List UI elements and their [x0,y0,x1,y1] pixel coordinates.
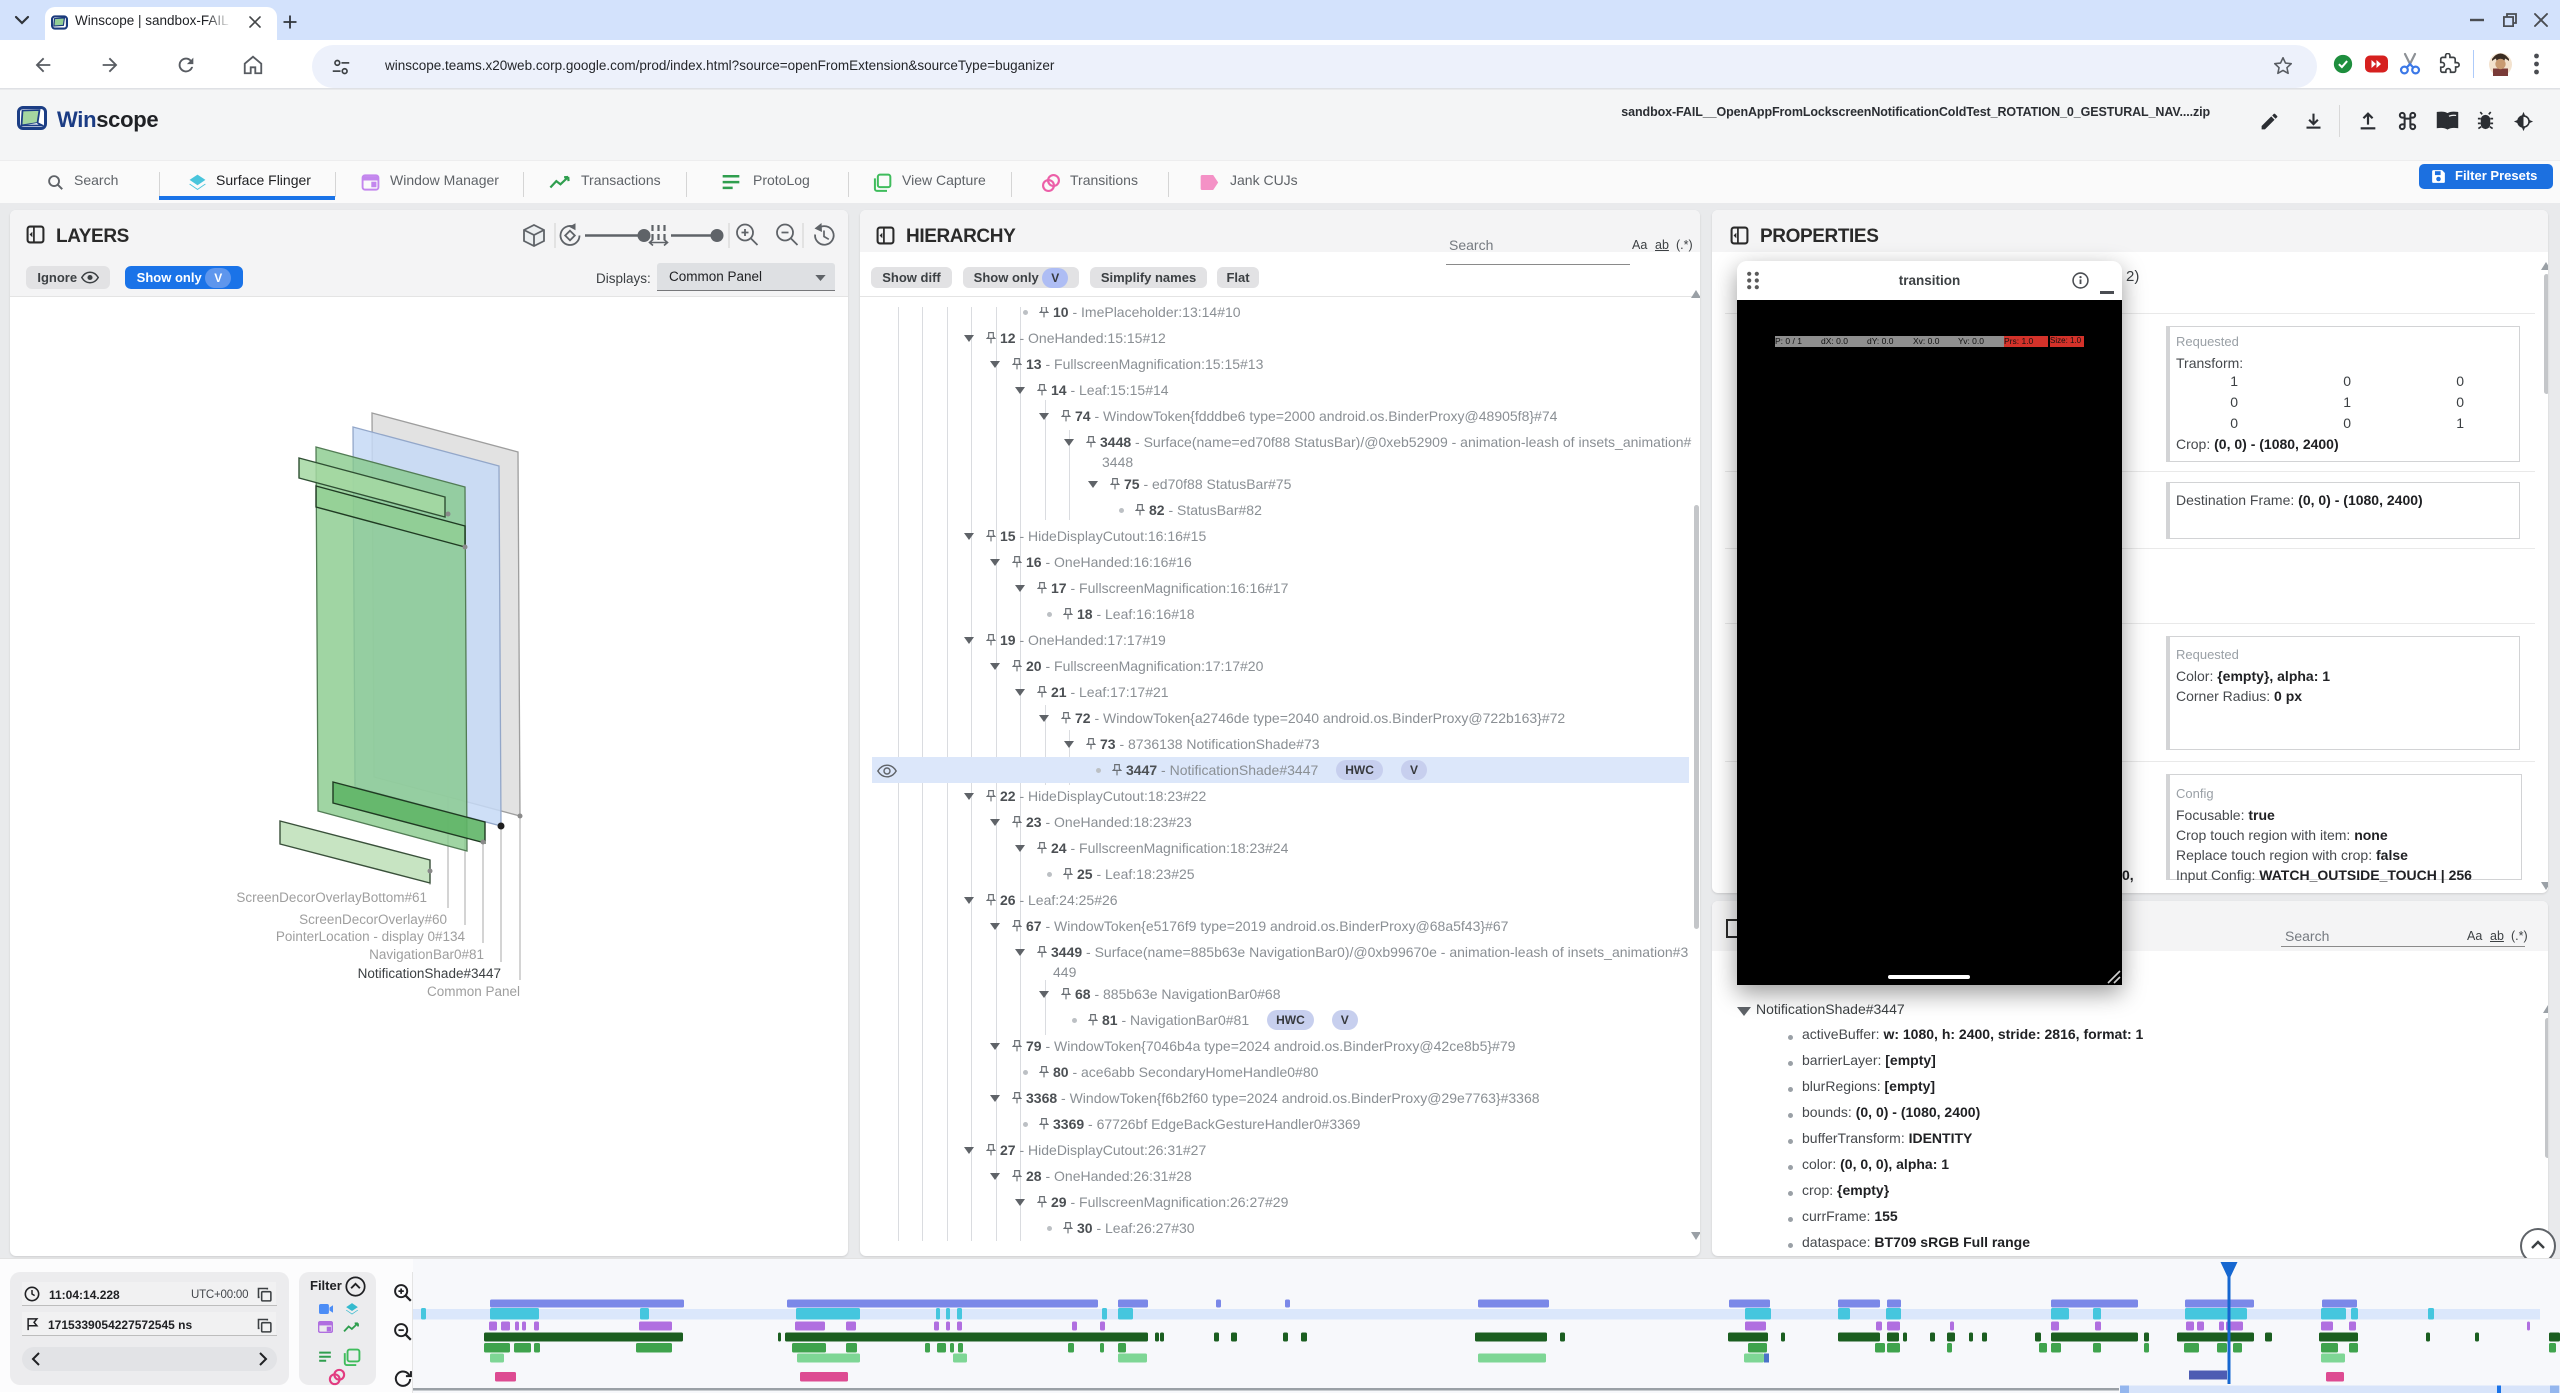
svg-text:ScreenDecorOverlay#60: ScreenDecorOverlay#60 [299,912,447,927]
svg-text:NotificationShade#3447: NotificationShade#3447 [358,966,501,981]
svg-text:NavigationBar0#81: NavigationBar0#81 [369,947,484,962]
svg-text:PointerLocation - display 0#13: PointerLocation - display 0#134 [276,929,466,944]
svg-text:Common Panel: Common Panel [427,984,520,999]
svg-text:ScreenDecorOverlayBottom#61: ScreenDecorOverlayBottom#61 [236,890,427,905]
